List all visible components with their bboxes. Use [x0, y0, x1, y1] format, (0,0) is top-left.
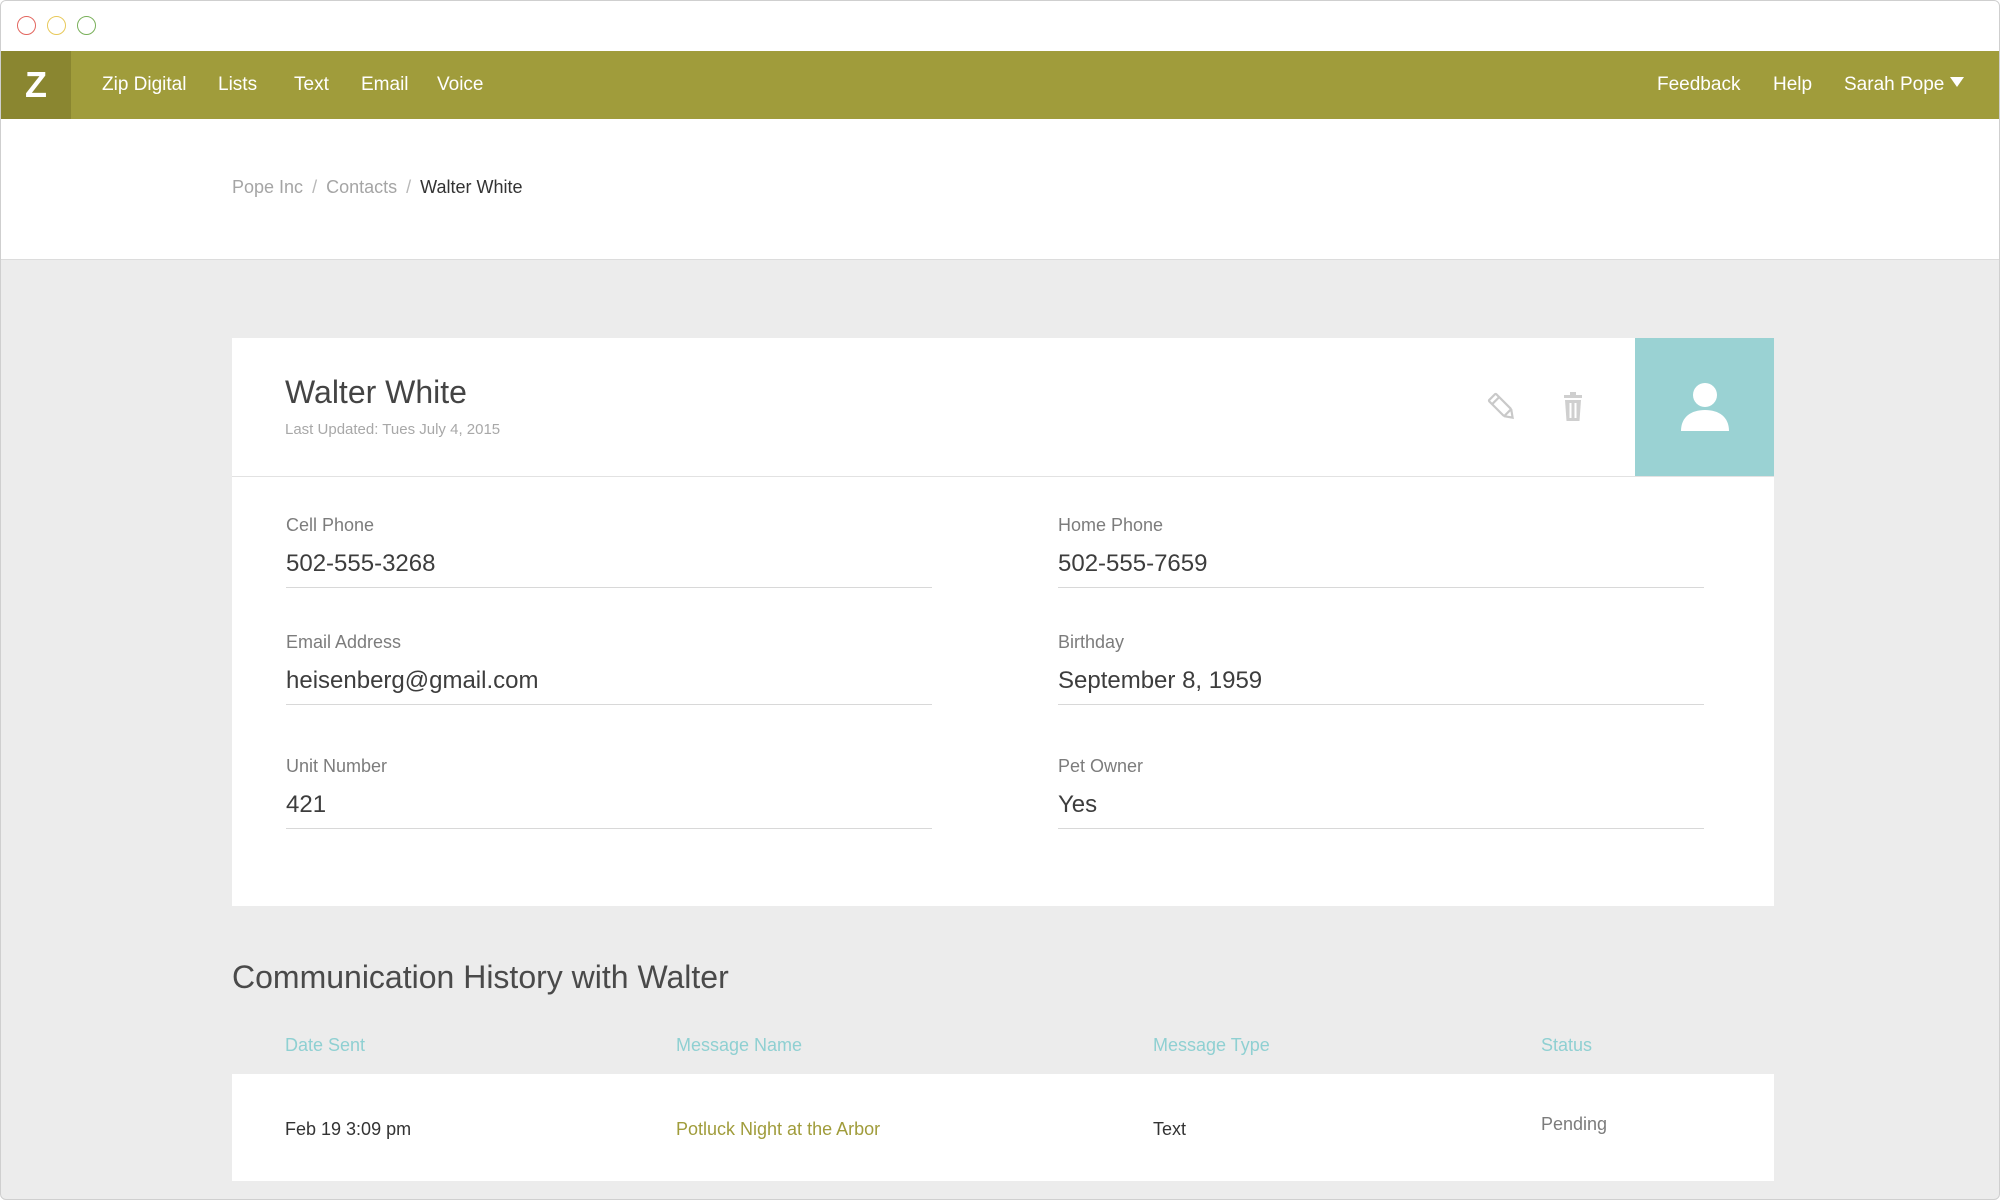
contact-card-header: Walter White Last Updated: Tues July 4, … — [232, 338, 1774, 477]
email-field: Email Address heisenberg@gmail.com — [286, 632, 932, 705]
unit-number-value: 421 — [286, 791, 932, 829]
trash-icon[interactable] — [1556, 390, 1590, 424]
status-cell: Pending — [1541, 1114, 1608, 1134]
nav-item-text[interactable]: Text — [294, 51, 329, 119]
history-title: Communication History with Walter — [232, 959, 729, 995]
contact-name: Walter White — [285, 374, 467, 410]
unit-number-field: Unit Number 421 — [286, 756, 932, 829]
unit-number-label: Unit Number — [286, 756, 388, 776]
breadcrumb-bar: Pope Inc / Contacts / Walter White — [1, 119, 1999, 260]
date-sent-cell: Feb 19 3:09 pm — [285, 1119, 412, 1139]
home-phone-value: 502-555-7659 — [1058, 550, 1704, 588]
birthday-field: Birthday September 8, 1959 — [1058, 632, 1704, 705]
last-updated-text: Last Updated: Tues July 4, 2015 — [285, 421, 501, 438]
home-phone-field: Home Phone 502-555-7659 — [1058, 515, 1704, 588]
person-icon — [1680, 383, 1729, 431]
cell-phone-field: Cell Phone 502-555-3268 — [286, 515, 932, 588]
user-menu[interactable]: Sarah Pope — [1844, 51, 1965, 119]
breadcrumb: Pope Inc / Contacts / Walter White — [232, 177, 523, 198]
pencil-icon[interactable] — [1485, 390, 1519, 424]
nav-item-voice[interactable]: Voice — [437, 51, 483, 119]
column-header-message-type[interactable]: Message Type — [1153, 1035, 1270, 1056]
nav-feedback-link[interactable]: Feedback — [1657, 51, 1740, 119]
pet-owner-label: Pet Owner — [1058, 756, 1144, 776]
message-name-link[interactable]: Potluck Night at the Arbor — [676, 1119, 880, 1140]
birthday-value: September 8, 1959 — [1058, 667, 1704, 705]
table-row[interactable]: Feb 19 3:09 pm Potluck Night at the Arbo… — [232, 1074, 1774, 1181]
pet-owner-field: Pet Owner Yes — [1058, 756, 1704, 829]
minimize-window-button[interactable] — [47, 16, 66, 35]
column-header-date-sent[interactable]: Date Sent — [285, 1035, 365, 1056]
app-logo[interactable]: Z — [1, 51, 71, 119]
caret-down-icon — [1950, 76, 1965, 87]
cell-phone-label: Cell Phone — [286, 515, 375, 535]
nav-brand-link[interactable]: Zip Digital — [102, 51, 186, 119]
contact-avatar — [1635, 338, 1774, 476]
app-window: Z Zip Digital Lists Text Email Voice Fee… — [0, 0, 2000, 1200]
nav-item-email[interactable]: Email — [361, 51, 409, 119]
message-type-cell: Text — [1153, 1119, 1187, 1139]
nav-item-lists[interactable]: Lists — [218, 51, 257, 119]
breadcrumb-item-contacts[interactable]: Contacts — [326, 177, 397, 197]
column-header-message-name[interactable]: Message Name — [676, 1035, 802, 1056]
contact-card: Walter White Last Updated: Tues July 4, … — [232, 338, 1774, 906]
breadcrumb-separator: / — [312, 177, 318, 197]
user-name: Sarah Pope — [1844, 74, 1945, 95]
column-header-status[interactable]: Status — [1541, 1035, 1592, 1056]
breadcrumb-item-current: Walter White — [420, 177, 523, 197]
breadcrumb-separator: / — [406, 177, 412, 197]
birthday-label: Birthday — [1058, 632, 1125, 652]
email-label: Email Address — [286, 632, 402, 652]
email-value: heisenberg@gmail.com — [286, 667, 932, 705]
window-titlebar — [1, 1, 1999, 51]
cell-phone-value: 502-555-3268 — [286, 550, 932, 588]
breadcrumb-item-account[interactable]: Pope Inc — [232, 177, 303, 197]
maximize-window-button[interactable] — [77, 16, 96, 35]
nav-help-link[interactable]: Help — [1773, 51, 1812, 119]
pet-owner-value: Yes — [1058, 791, 1704, 829]
home-phone-label: Home Phone — [1058, 515, 1164, 535]
top-navbar: Z Zip Digital Lists Text Email Voice Fee… — [1, 51, 1999, 119]
close-window-button[interactable] — [17, 16, 36, 35]
